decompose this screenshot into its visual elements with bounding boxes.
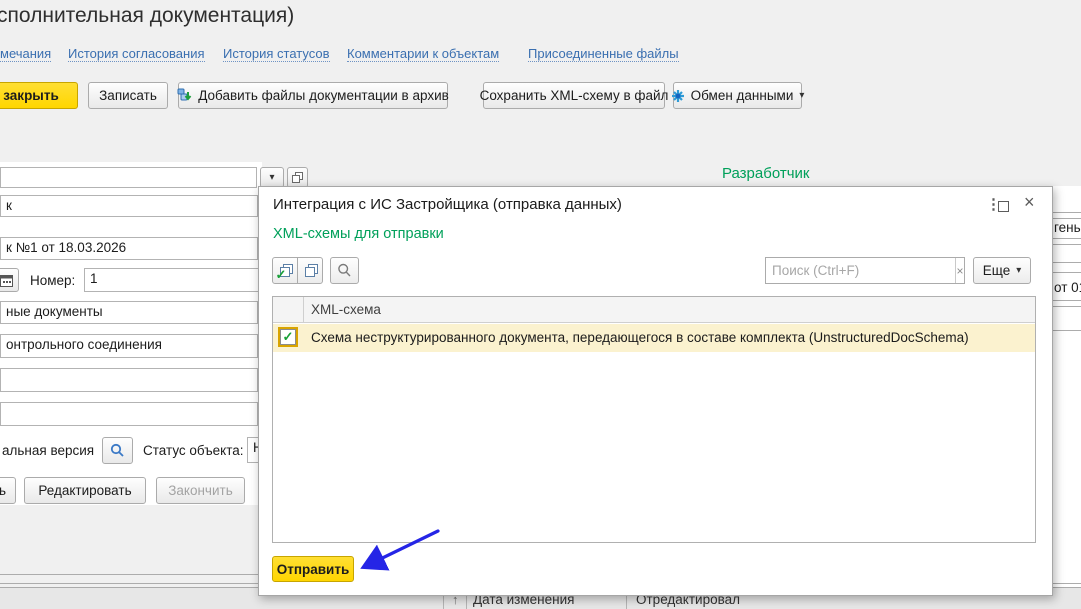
right-fragment-text: от 01 bbox=[1054, 280, 1081, 295]
divider bbox=[1053, 330, 1081, 331]
divider bbox=[1053, 244, 1081, 245]
check-all-button[interactable]: ✓ bbox=[272, 257, 298, 284]
page-title: сполнительная документация) bbox=[0, 4, 294, 28]
data-exchange-button[interactable]: Обмен данными ▾ bbox=[673, 82, 802, 109]
search-icon bbox=[337, 263, 352, 278]
uncheck-all-button[interactable] bbox=[297, 257, 323, 284]
number-input[interactable]: 1 bbox=[84, 268, 262, 292]
close-icon[interactable]: × bbox=[1024, 192, 1035, 213]
search-field: × bbox=[765, 257, 965, 284]
chevron-down-icon: ▾ bbox=[1016, 266, 1021, 276]
version-label: альная версия bbox=[2, 443, 94, 458]
open-window-button[interactable] bbox=[287, 167, 308, 188]
calendar-button[interactable] bbox=[0, 268, 19, 292]
table-header-row: XML-схема bbox=[273, 297, 1035, 323]
open-in-window-icon bbox=[292, 172, 303, 183]
link-object-comments[interactable]: Комментарии к объектам bbox=[347, 46, 499, 62]
divider bbox=[0, 574, 258, 575]
divider bbox=[1053, 238, 1081, 239]
clear-search-icon[interactable]: × bbox=[955, 258, 964, 283]
dialog-subtitle: XML-схемы для отправки bbox=[273, 226, 444, 242]
save-xml-label: Сохранить XML-схему в файл bbox=[480, 88, 669, 103]
row-label: Схема неструктурированного документа, пе… bbox=[311, 330, 969, 345]
chevron-down-icon: ▾ bbox=[799, 91, 804, 101]
connection-field[interactable]: онтрольного соединения bbox=[0, 334, 258, 358]
divider bbox=[303, 297, 304, 323]
table-row[interactable]: ✓ Схема неструктурированного документа, … bbox=[273, 324, 1035, 352]
cut-button[interactable]: ь bbox=[0, 477, 16, 504]
save-and-close-button[interactable]: и закрыть bbox=[0, 82, 78, 109]
link-approval-history[interactable]: История согласования bbox=[68, 46, 205, 62]
right-fragment-text: гень bbox=[1054, 220, 1081, 235]
exchange-icon bbox=[671, 89, 685, 103]
form-panel-right-strip bbox=[1053, 186, 1081, 588]
divider bbox=[1053, 262, 1081, 263]
save-and-close-label: и закрыть bbox=[0, 88, 59, 103]
exchange-label: Обмен данными bbox=[691, 88, 794, 103]
divider bbox=[1053, 300, 1081, 301]
calendar-icon bbox=[0, 274, 13, 287]
edit-button[interactable]: Редактировать bbox=[24, 477, 146, 504]
search-input[interactable] bbox=[766, 258, 955, 283]
link-status-history[interactable]: История статусов bbox=[223, 46, 330, 62]
more-label: Еще bbox=[983, 263, 1010, 278]
number-label: Номер: bbox=[30, 273, 75, 288]
divider bbox=[1053, 306, 1081, 307]
uncheck-all-icon bbox=[303, 264, 318, 278]
add-files-to-archive-button[interactable]: Добавить файлы документации в архив bbox=[178, 82, 448, 109]
dialog-title: Интеграция с ИС Застройщика (отправка да… bbox=[273, 196, 622, 213]
documents-field[interactable]: ные документы bbox=[0, 301, 258, 324]
check-all-icon: ✓ bbox=[278, 264, 293, 278]
column-header-xml-schema[interactable]: XML-схема bbox=[311, 302, 381, 317]
xml-schema-table: XML-схема ✓ Схема неструктурированного д… bbox=[272, 296, 1036, 543]
search-button[interactable] bbox=[330, 257, 359, 284]
version-search-button[interactable] bbox=[102, 437, 133, 464]
edit-label: Редактировать bbox=[38, 483, 131, 498]
archive-icon bbox=[177, 88, 192, 103]
row-checkbox[interactable]: ✓ bbox=[280, 329, 296, 345]
document-field[interactable]: к bbox=[0, 195, 258, 217]
save-button[interactable]: Записать bbox=[88, 82, 168, 109]
link-attached-files[interactable]: Присоединенные файлы bbox=[528, 46, 679, 62]
chevron-down-icon: ▾ bbox=[269, 173, 274, 183]
send-label: Отправить bbox=[277, 562, 350, 577]
developer-badge: Разработчик bbox=[722, 165, 809, 182]
search-icon bbox=[110, 443, 125, 458]
link-notes[interactable]: мечания bbox=[0, 46, 51, 62]
maximize-icon[interactable] bbox=[998, 201, 1009, 212]
save-xml-schema-button[interactable]: Сохранить XML-схему в файл bbox=[483, 82, 665, 109]
integration-dialog: Интеграция с ИС Застройщика (отправка да… bbox=[258, 186, 1053, 596]
finish-button[interactable]: Закончить bbox=[156, 477, 245, 504]
empty-field-2[interactable] bbox=[0, 402, 258, 426]
empty-field-1[interactable] bbox=[0, 368, 258, 392]
divider bbox=[1053, 218, 1081, 219]
combo-field[interactable] bbox=[0, 167, 257, 188]
divider bbox=[1053, 272, 1081, 273]
act-number-field[interactable]: к №1 от 18.03.2026 bbox=[0, 237, 258, 260]
combo-dropdown-button[interactable]: ▾ bbox=[260, 167, 284, 188]
save-label: Записать bbox=[99, 88, 157, 103]
send-button[interactable]: Отправить bbox=[272, 556, 354, 582]
add-files-label: Добавить файлы документации в архив bbox=[198, 88, 449, 103]
object-status-label: Статус объекта: bbox=[143, 443, 244, 458]
more-button[interactable]: Еще ▾ bbox=[973, 257, 1031, 284]
finish-label: Закончить bbox=[168, 483, 232, 498]
divider bbox=[1053, 212, 1081, 213]
cut-button-label: ь bbox=[0, 483, 6, 498]
